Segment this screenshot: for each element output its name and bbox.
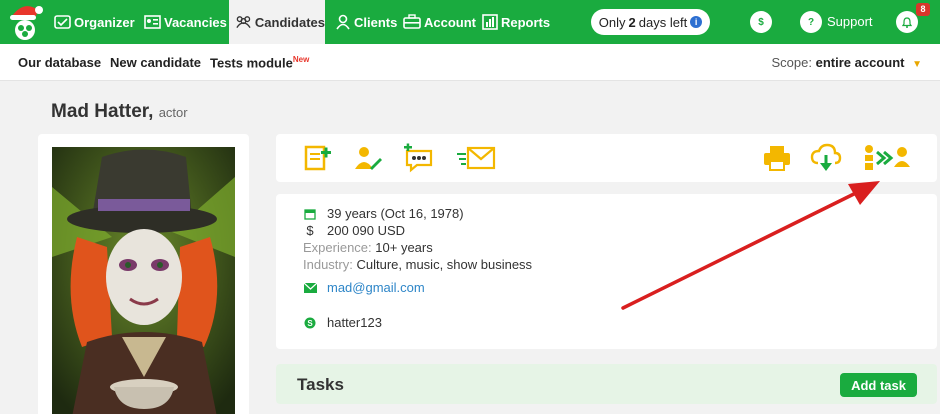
nav-account[interactable]: Account bbox=[403, 0, 476, 44]
envelope-icon bbox=[303, 282, 317, 293]
scope-selector[interactable]: Scope: entire account ▼ bbox=[772, 55, 923, 70]
info-icon: i bbox=[690, 16, 703, 28]
email-row: mad@gmail.com bbox=[303, 280, 425, 295]
tasks-section: Tasks Add task bbox=[276, 364, 937, 404]
notifications-button[interactable] bbox=[896, 11, 918, 33]
trial-suffix: days left bbox=[638, 14, 688, 30]
salary-row: $ 200 090 USD bbox=[303, 223, 405, 238]
candidate-name: Mad Hatter, bbox=[51, 101, 154, 122]
account-icon bbox=[403, 14, 421, 29]
question-icon: ? bbox=[807, 16, 815, 28]
scope-value: entire account bbox=[815, 55, 905, 70]
send-email-icon bbox=[457, 146, 496, 170]
subnav-tests-module-label: Tests module bbox=[210, 55, 293, 71]
experience-value: 10+ years bbox=[375, 240, 433, 255]
industry-value: Culture, music, show business bbox=[356, 257, 533, 272]
printer-icon bbox=[764, 146, 790, 171]
edit-person-icon bbox=[355, 147, 382, 170]
subnav-new-candidate[interactable]: New candidate bbox=[110, 55, 201, 70]
candidate-age: 39 years (Oct 16, 1978) bbox=[327, 206, 464, 221]
notifications-count-badge: 8 bbox=[916, 3, 930, 16]
candidate-salary: 200 090 USD bbox=[327, 223, 406, 238]
nav-organizer[interactable]: Organizer bbox=[54, 0, 135, 44]
add-comment-button[interactable] bbox=[402, 142, 434, 174]
candidate-heading: Mad Hatter, actor bbox=[51, 101, 188, 123]
candidate-actions-bar bbox=[276, 134, 937, 182]
sub-navigation: Our database New candidate Tests moduleN… bbox=[0, 44, 940, 81]
subnav-our-database[interactable]: Our database bbox=[18, 55, 101, 70]
candidate-email-link[interactable]: mad@gmail.com bbox=[327, 280, 425, 295]
cloud-download-icon bbox=[810, 143, 842, 171]
comment-icon bbox=[404, 143, 433, 173]
scope-label: Scope: bbox=[771, 55, 812, 70]
age-row: 39 years (Oct 16, 1978) bbox=[303, 206, 464, 221]
nav-organizer-label: Organizer bbox=[74, 14, 135, 30]
download-button[interactable] bbox=[810, 142, 842, 174]
trial-days-count: 2 bbox=[628, 14, 636, 30]
edit-candidate-button[interactable] bbox=[352, 142, 384, 174]
dollar-icon: $ bbox=[758, 16, 764, 28]
send-email-button[interactable] bbox=[456, 142, 496, 174]
trial-days-pill[interactable]: Only 2 days left i bbox=[591, 9, 710, 35]
transfer-person-icon bbox=[865, 145, 910, 170]
industry-label: Industry: bbox=[303, 257, 353, 272]
bell-icon bbox=[902, 16, 912, 28]
candidates-icon bbox=[236, 16, 251, 28]
logo-santa-hat-icon[interactable] bbox=[6, 2, 44, 42]
nav-vacancies[interactable]: Vacancies bbox=[144, 0, 227, 44]
candidate-portrait-image bbox=[52, 147, 235, 414]
support-button[interactable]: ? bbox=[800, 11, 822, 33]
candidate-role: actor bbox=[158, 105, 188, 120]
skype-row: S hatter123 bbox=[303, 315, 382, 330]
vacancies-icon bbox=[144, 15, 161, 29]
nav-vacancies-label: Vacancies bbox=[164, 14, 227, 30]
chevron-down-icon: ▼ bbox=[912, 59, 922, 70]
print-button[interactable] bbox=[761, 142, 793, 174]
skype-icon: S bbox=[304, 317, 316, 328]
nav-clients-label: Clients bbox=[354, 14, 398, 30]
support-label[interactable]: Support bbox=[827, 14, 873, 29]
experience-row: Experience: 10+ years bbox=[303, 240, 433, 255]
nav-account-label: Account bbox=[424, 14, 476, 30]
new-badge: New bbox=[292, 55, 310, 64]
transfer-candidate-button[interactable] bbox=[861, 142, 911, 174]
calendar-icon bbox=[304, 208, 316, 220]
reports-icon bbox=[482, 14, 498, 30]
organizer-icon bbox=[54, 15, 71, 29]
subnav-tests-module[interactable]: Tests moduleNew bbox=[210, 55, 309, 70]
nav-clients[interactable]: Clients bbox=[335, 0, 397, 44]
candidate-skype[interactable]: hatter123 bbox=[327, 315, 382, 330]
trial-prefix: Only bbox=[598, 14, 626, 30]
add-note-button[interactable] bbox=[302, 142, 334, 174]
nav-reports[interactable]: Reports bbox=[482, 0, 550, 44]
nav-candidates[interactable]: Candidates bbox=[229, 0, 325, 44]
candidate-photo[interactable] bbox=[52, 147, 235, 414]
top-navigation: Organizer Vacancies Candidates Clients A… bbox=[0, 0, 940, 44]
dollar-sign-icon: $ bbox=[306, 223, 314, 238]
add-document-icon bbox=[304, 145, 331, 171]
nav-reports-label: Reports bbox=[501, 14, 551, 30]
industry-row: Industry: Culture, music, show business bbox=[303, 257, 532, 272]
clients-icon bbox=[336, 14, 350, 30]
billing-dollar-button[interactable]: $ bbox=[750, 11, 772, 33]
svg-text:S: S bbox=[307, 319, 313, 328]
candidate-info-card: 39 years (Oct 16, 1978) $ 200 090 USD Ex… bbox=[276, 194, 937, 349]
experience-label: Experience: bbox=[303, 240, 372, 255]
add-task-button[interactable]: Add task bbox=[840, 373, 917, 397]
tasks-title: Tasks bbox=[297, 375, 344, 394]
nav-candidates-label: Candidates bbox=[254, 14, 325, 30]
candidate-photo-card bbox=[38, 134, 249, 414]
